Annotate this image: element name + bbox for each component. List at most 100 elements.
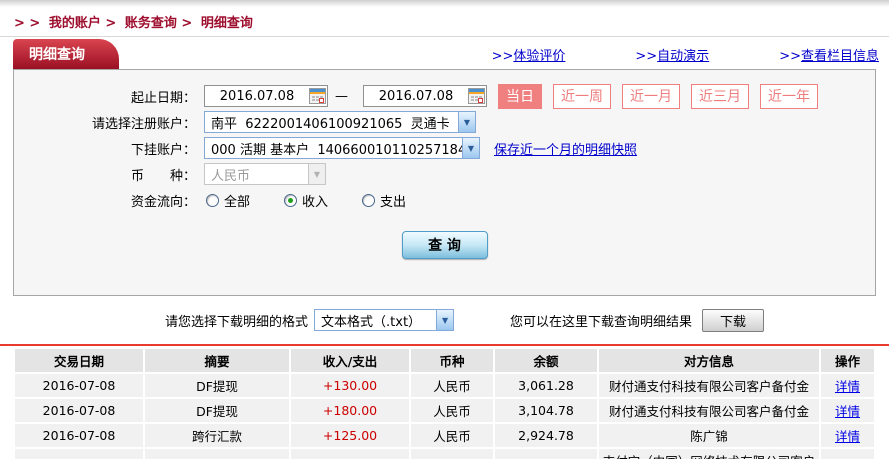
link-experience-rating[interactable]: >>体验评价 <box>492 45 566 64</box>
link-arrows: >> <box>779 49 801 64</box>
download-hint: 您可以在这里下载查询明细结果 <box>510 314 693 330</box>
quick-range-today-button[interactable]: 当日 <box>498 83 542 109</box>
fund-flow-row: 资金流向： 全部 收入 支出 <box>14 187 875 213</box>
fund-flow-label: 资金流向： <box>130 194 196 210</box>
breadcrumb-item-account-query[interactable]: 账务查询 <box>125 16 177 31</box>
download-row: 请您选择下载明细的格式 文本格式（.txt） ▼ 您可以在这里下载查询明细结果 … <box>165 305 889 335</box>
transactions-body: 2016-07-08 DF提现 +130.00 人民币 3,061.28 财付通支付科技有… <box>15 374 874 459</box>
col-header-balance: 余额 <box>495 349 597 372</box>
col-header-amount: 收入/支出 <box>291 349 409 372</box>
col-header-counterparty: 对方信息 <box>599 349 819 372</box>
currency-cell: 人民币 <box>411 424 493 447</box>
amount-cell: +1,235.00 <box>291 449 409 459</box>
query-form-panel: 起止日期： 2016.07.08 — 2016.07.08 当日 近一周 近一月… <box>13 69 876 296</box>
chevron-down-icon: ▼ <box>436 310 454 330</box>
link-view-column-info[interactable]: >>查看栏目信息 <box>779 45 879 64</box>
col-header-summary: 摘要 <box>145 349 289 372</box>
table-row: 2016-07-08陈广锦支付宝+1,235.00人民币2,799.78支付宝（… <box>15 449 874 459</box>
fund-flow-income-radio[interactable] <box>284 193 298 207</box>
counterparty-cell: 财付通支付科技有限公司客户备付金 <box>599 399 819 422</box>
detail-link[interactable]: 详情 <box>835 404 860 419</box>
currency-row: 币 种： 人民币 ▼ <box>14 161 875 187</box>
date-cell: 2016-07-08 <box>15 399 143 422</box>
action-cell: 详情 <box>821 374 874 397</box>
download-format-label: 请您选择下载明细的格式 <box>165 314 309 330</box>
start-date-input[interactable]: 2016.07.08 <box>204 85 328 107</box>
quick-range-quarter-button[interactable]: 近三月 <box>691 83 749 109</box>
chevron-down-icon: ▼ <box>308 164 325 184</box>
breadcrumb: > > 我的账户 > 账务查询 > 明细查询 <box>0 7 889 36</box>
balance-cell: 3,061.28 <box>495 374 597 397</box>
date-cell: 2016-07-08 <box>15 374 143 397</box>
detail-link[interactable]: 详情 <box>835 429 860 444</box>
quick-range-week-button[interactable]: 近一周 <box>553 83 611 109</box>
download-format-select[interactable]: 文本格式（.txt） ▼ <box>314 309 455 331</box>
download-button[interactable]: 下载 <box>702 308 765 332</box>
red-divider <box>0 344 889 346</box>
quick-range-year-button[interactable]: 近一年 <box>760 83 818 109</box>
breadcrumb-prefix: > > <box>14 16 41 31</box>
fund-flow-income-label[interactable]: 收入 <box>302 191 328 210</box>
counterparty-cell: 支付宝（中国）网络技术有限公司客户备付金 <box>599 449 819 459</box>
balance-cell: 3,104.78 <box>495 399 597 422</box>
fund-flow-expense-label[interactable]: 支出 <box>380 191 406 210</box>
table-row: 2016-07-08 DF提现 +130.00 人民币 3,061.28 财付通支付科技有… <box>15 374 874 397</box>
fund-flow-all-radio[interactable] <box>206 193 219 207</box>
calendar-icon[interactable] <box>309 88 326 104</box>
snapshot-link[interactable]: 保存近一个月的明细快照 <box>494 139 637 158</box>
query-button-row: 查 询 <box>14 231 875 259</box>
counterparty-cell: 陈广锦 <box>599 424 819 447</box>
table-row: 2016-07-08 DF提现 +180.00 人民币 3,104.78 财付通支付科技有… <box>15 399 874 422</box>
date-cell: 2016-07-08 <box>15 424 143 447</box>
summary-cell: DF提现 <box>145 374 289 397</box>
balance-cell: 2,924.78 <box>495 424 597 447</box>
breadcrumb-separator: > <box>181 16 193 31</box>
col-header-action: 操作 <box>821 349 874 372</box>
date-range-row: 起止日期： 2016.07.08 — 2016.07.08 当日 近一周 近一月… <box>14 83 875 109</box>
currency-cell: 人民币 <box>411 399 493 422</box>
counterparty-cell: 财付通支付科技有限公司客户备付金 <box>599 374 819 397</box>
header-links: >>体验评价 >>自动演示 >>查看栏目信息 <box>422 45 879 69</box>
breadcrumb-separator: > <box>105 16 117 31</box>
detail-link[interactable]: 详情 <box>835 379 860 394</box>
col-header-date: 交易日期 <box>15 349 143 372</box>
currency-cell: 人民币 <box>411 374 493 397</box>
link-arrows: >> <box>635 49 658 64</box>
col-header-currency: 币种 <box>411 349 493 372</box>
currency-cell: 人民币 <box>411 449 493 459</box>
action-cell: 详情 <box>821 424 874 447</box>
amount-cell: +180.00 <box>291 399 409 422</box>
section-header: 明细查询 >>体验评价 >>自动演示 >>查看栏目信息 <box>0 37 889 69</box>
tab-detail-query[interactable]: 明细查询 <box>13 39 119 69</box>
sub-account-select[interactable]: 000 活期 基本户 1406600101102571848 ▼ <box>204 137 480 159</box>
summary-cell: 跨行汇款 <box>145 424 289 447</box>
breadcrumb-item-my-account[interactable]: 我的账户 <box>49 16 101 31</box>
link-auto-demo[interactable]: >>自动演示 <box>635 45 709 64</box>
summary-cell: 陈广锦支付宝 <box>145 449 289 459</box>
registered-account-label: 请选择注册账户： <box>91 116 196 132</box>
action-cell: 详情 <box>821 399 874 422</box>
date-range-dash: — <box>335 88 348 104</box>
breadcrumb-item-detail-query: 明细查询 <box>200 16 253 31</box>
date-range-label: 起止日期： <box>130 90 196 106</box>
amount-cell: +130.00 <box>291 374 409 397</box>
fund-flow-expense-radio[interactable] <box>362 193 376 207</box>
registered-account-row: 请选择注册账户： 南平 6222001406100921065 灵通卡 ▼ <box>14 109 875 135</box>
action-cell: 详情 <box>821 449 874 459</box>
table-row: 2016-07-08 跨行汇款 +125.00 人民币 2,924.78 陈广锦 详情 <box>15 424 874 447</box>
fund-flow-all-label[interactable]: 全部 <box>224 191 250 210</box>
chevron-down-icon: ▼ <box>458 112 475 132</box>
date-cell: 2016-07-08 <box>15 449 143 459</box>
balance-cell: 2,799.78 <box>495 449 597 459</box>
table-header-row: 交易日期 摘要 收入/支出 币种 余额 对方信息 操作 <box>15 349 874 372</box>
chevron-down-icon: ▼ <box>462 138 479 158</box>
query-button[interactable]: 查 询 <box>401 231 488 259</box>
registered-account-select[interactable]: 南平 6222001406100921065 灵通卡 ▼ <box>204 111 476 133</box>
calendar-icon[interactable] <box>468 88 485 104</box>
quick-range-month-button[interactable]: 近一月 <box>622 83 680 109</box>
end-date-input[interactable]: 2016.07.08 <box>363 85 487 107</box>
amount-cell: +125.00 <box>291 424 409 447</box>
sub-account-row: 下挂账户： 000 活期 基本户 1406600101102571848 ▼ 保… <box>14 135 875 161</box>
page-top-gradient <box>0 0 889 7</box>
summary-cell: DF提现 <box>145 399 289 422</box>
